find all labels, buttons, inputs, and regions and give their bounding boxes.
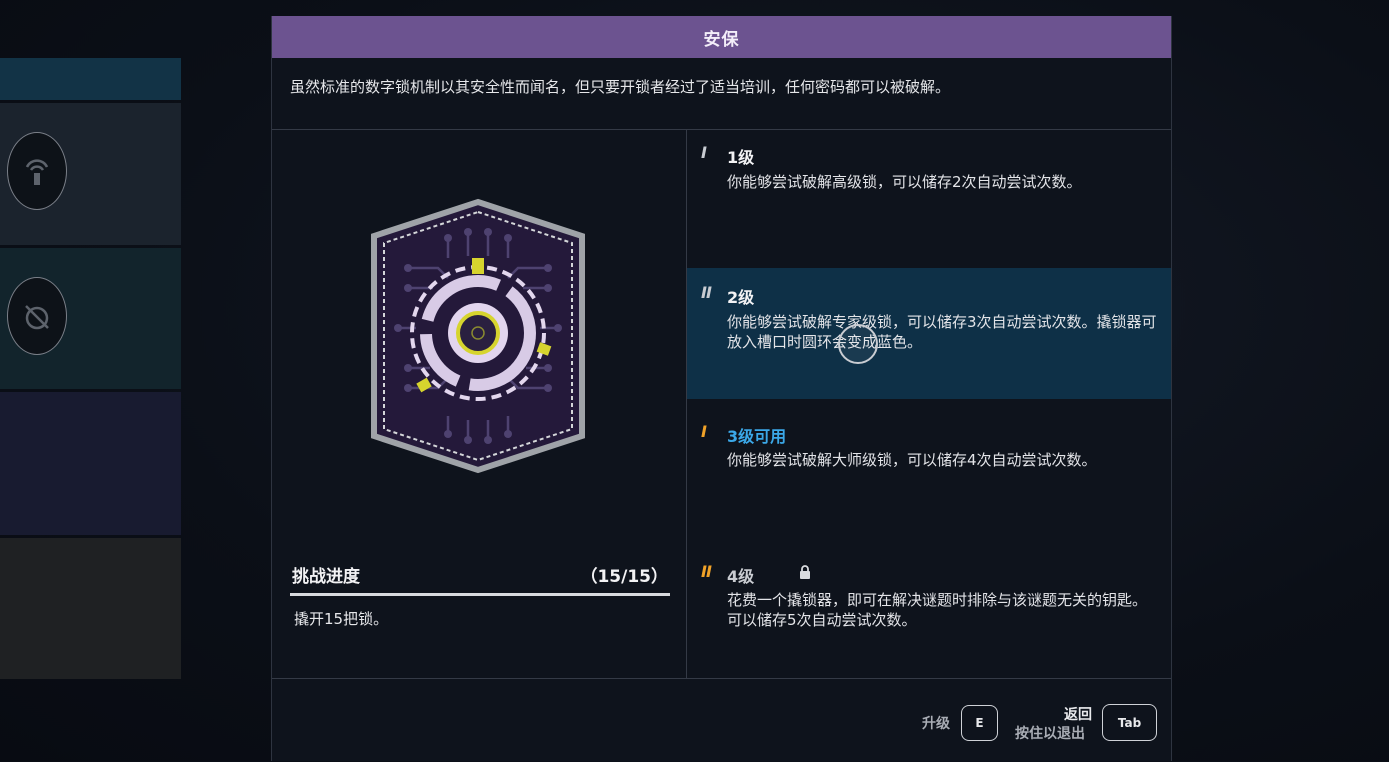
tier-1-description: 你能够尝试破解高级锁，可以储存2次自动尝试次数。 <box>727 173 1082 191</box>
tier-1-mark: I <box>701 143 707 162</box>
panel-title: 安保 <box>272 16 1171 58</box>
challenge-column: 挑战进度 （15/15） 撬开15把锁。 <box>272 130 687 678</box>
tier-3-mark: I <box>701 422 707 441</box>
challenge-progress-count: （15/15） <box>580 567 668 587</box>
side-tile-4[interactable] <box>0 392 181 535</box>
side-tile-lockpick[interactable] <box>0 248 181 389</box>
tier-list: I 1级 你能够尝试破解高级锁，可以储存2次自动尝试次数。 II 2级 你能够尝… <box>687 130 1171 678</box>
tier-4-description: 花费一个撬锁器，即可在解决谜题时排除与该谜题无关的钥匙。可以储存5次自动尝试次数… <box>727 591 1148 629</box>
tier-4-mark: II <box>701 562 712 581</box>
back-hint: 按住以退出 <box>1015 726 1085 742</box>
challenge-progress-title: 挑战进度 <box>292 567 360 587</box>
panel-content: 挑战进度 （15/15） 撬开15把锁。 I 1级 你能够尝试破解高级锁，可以储… <box>272 130 1171 678</box>
footer-bar: 升级 E 返回 按住以退出 Tab <box>272 678 1171 762</box>
antenna-badge-icon <box>7 132 67 210</box>
tier-4[interactable]: II 4级 花费一个撬锁器，即可在解决谜题时排除与该谜题无关的钥匙。可以储存5次… <box>687 539 1171 678</box>
panel-description: 虽然标准的数字锁机制以其安全性而闻名，但只要开锁者经过了适当培训，任何密码都可以… <box>272 58 1171 130</box>
tier-2-description: 你能够尝试破解专家级锁，可以储存3次自动尝试次数。撬锁器可放入槽口时圆环会变成蓝… <box>727 313 1157 351</box>
challenge-progress-fill <box>290 593 670 596</box>
lockpick-badge-icon <box>7 277 67 355</box>
upgrade-button[interactable]: E <box>961 705 998 741</box>
upgrade-label: 升级 <box>922 716 950 732</box>
side-tile-active[interactable] <box>0 58 181 100</box>
tier-3-title: 3级可用 <box>727 427 787 446</box>
skill-panel: 安保 虽然标准的数字锁机制以其安全性而闻名，但只要开锁者经过了适当培训，任何密码… <box>271 16 1172 761</box>
tier-3[interactable]: I 3级可用 你能够尝试破解大师级锁，可以储存4次自动尝试次数。 <box>687 400 1171 538</box>
cursor-ring <box>838 324 878 364</box>
tier-1[interactable]: I 1级 你能够尝试破解高级锁，可以储存2次自动尝试次数。 <box>687 130 1171 267</box>
tier-1-title: 1级 <box>727 148 755 167</box>
side-tile-5[interactable] <box>0 538 181 679</box>
tier-4-title: 4级 <box>727 567 755 586</box>
tier-2-title: 2级 <box>727 288 755 307</box>
challenge-description: 撬开15把锁。 <box>294 610 389 628</box>
challenge-progress-bar <box>290 593 670 596</box>
circuit-badge-icon <box>371 198 585 474</box>
tier-3-description: 你能够尝试破解大师级锁，可以储存4次自动尝试次数。 <box>727 451 1097 469</box>
back-label: 返回 <box>1064 707 1092 723</box>
side-tile-antenna[interactable] <box>0 103 181 245</box>
tier-2[interactable]: II 2级 你能够尝试破解专家级锁，可以储存3次自动尝试次数。撬锁器可放入槽口时… <box>687 268 1171 399</box>
tier-2-mark: II <box>701 283 712 302</box>
back-button[interactable]: Tab <box>1102 704 1157 741</box>
lock-icon <box>800 565 810 579</box>
